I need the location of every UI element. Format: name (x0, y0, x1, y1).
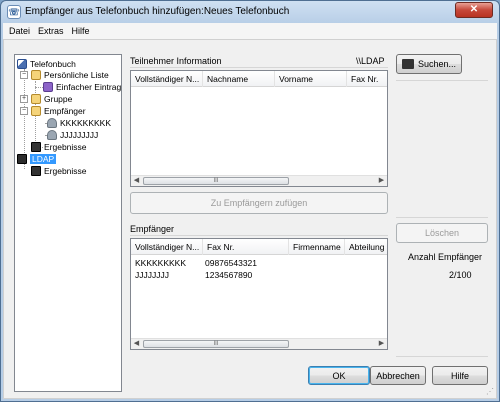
group-icon (31, 94, 41, 104)
entry-folder-icon (43, 82, 53, 92)
tree-item-person[interactable]: KKKKKKKKK (47, 117, 111, 129)
search-button-label: Suchen... (417, 59, 457, 69)
results-icon (31, 166, 41, 176)
recipients-label: Empfänger (130, 224, 175, 234)
tree-item-results[interactable]: Ergebnisse (31, 165, 87, 177)
cancel-button[interactable]: Abbrechen (370, 366, 426, 385)
tree-item-ldap[interactable]: LDAP (17, 153, 57, 165)
tree-item-person[interactable]: JJJJJJJJJ (47, 129, 98, 141)
scroll-left-icon[interactable]: ◀ (131, 176, 142, 186)
participant-list[interactable]: Vollständiger N... Nachname Vorname Fax … (130, 70, 388, 187)
column-fax[interactable]: Fax Nr. (347, 71, 387, 87)
column-full-name[interactable]: Vollständiger N... (131, 71, 203, 87)
ok-button[interactable]: OK (308, 366, 370, 385)
divider (396, 217, 488, 218)
ldap-path-label: \\LDAP (356, 56, 385, 66)
recipient-fax: 1234567890 (205, 270, 253, 280)
recipients-icon (31, 106, 41, 116)
tree-label: Ergebnisse (44, 142, 87, 152)
recipient-fax: 09876543321 (205, 258, 258, 268)
tree-item-recipients[interactable]: Empfänger (31, 105, 86, 117)
phonebook-tree[interactable]: Telefonbuch − Persönliche Liste Einfache… (14, 54, 122, 392)
column-company[interactable]: Firmenname (289, 239, 345, 255)
recipients-list-header: Vollständiger N... Fax Nr. Firmenname Ab… (131, 239, 387, 255)
delete-button[interactable]: Löschen (396, 223, 488, 243)
tree-label: Einfacher Eintrag (56, 82, 122, 92)
table-row[interactable]: KKKKKKKKK 09876543321 (131, 258, 387, 270)
results-icon (31, 142, 41, 152)
recipient-name: KKKKKKKKK (135, 258, 187, 268)
column-fax[interactable]: Fax Nr. (203, 239, 289, 255)
participant-list-header: Vollständiger N... Nachname Vorname Fax … (131, 71, 387, 87)
title-bar: ☏ Empfänger aus Telefonbuch hinzufügen:N… (1, 1, 499, 23)
window-title: Empfänger aus Telefonbuch hinzufügen:Neu… (25, 6, 290, 17)
recipients-list[interactable]: Vollständiger N... Fax Nr. Firmenname Ab… (130, 238, 388, 350)
search-button[interactable]: Suchen... (396, 54, 462, 74)
add-to-recipients-button[interactable]: Zu Empfängern zufügen (130, 192, 388, 214)
resize-grip-icon[interactable]: ⋰ (486, 387, 494, 396)
menu-datei[interactable]: Datei (9, 26, 30, 36)
participant-info-label: Teilnehmer Information (130, 56, 222, 66)
column-full-name[interactable]: Vollständiger N... (131, 239, 203, 255)
person-icon (47, 118, 57, 128)
table-row[interactable]: JJJJJJJJ 1234567890 (131, 270, 387, 282)
scroll-left-icon[interactable]: ◀ (131, 339, 142, 349)
expand-toggle[interactable]: + (20, 95, 28, 103)
phonebook-icon (17, 59, 27, 69)
tree-label: Ergebnisse (44, 166, 87, 176)
menu-bar: Datei Extras Hilfe (3, 23, 497, 39)
ldap-server-icon (17, 154, 27, 164)
recipient-count-label: Anzahl Empfänger (408, 252, 483, 262)
close-button[interactable]: ✕ (455, 2, 493, 18)
collapse-toggle[interactable]: − (20, 107, 28, 115)
scroll-right-icon[interactable]: ▶ (376, 176, 387, 186)
binoculars-icon (401, 59, 414, 69)
column-department[interactable]: Abteilung (345, 239, 387, 255)
scroll-thumb[interactable]: III (143, 340, 289, 348)
phonebook-icon: ☏ (7, 5, 21, 19)
menu-extras[interactable]: Extras (38, 26, 64, 36)
tree-label: Empfänger (44, 106, 86, 116)
tree-label: LDAP (30, 154, 57, 164)
tree-label: Gruppe (44, 94, 73, 104)
tree-label: Telefonbuch (30, 59, 76, 69)
participant-hscrollbar[interactable]: ◀ III ▶ (131, 175, 387, 186)
recipients-hscrollbar[interactable]: ◀ III ▶ (131, 338, 387, 349)
recipient-count-value: 2/100 (449, 270, 472, 280)
divider (396, 80, 488, 81)
column-first-name[interactable]: Vorname (275, 71, 347, 87)
tree-item-simple-entry[interactable]: Einfacher Eintrag (43, 81, 121, 93)
collapse-toggle[interactable]: − (20, 71, 28, 79)
dialog-body: Telefonbuch − Persönliche Liste Einfache… (3, 39, 497, 399)
divider (130, 235, 388, 236)
column-last-name[interactable]: Nachname (203, 71, 275, 87)
tree-label: KKKKKKKKK (60, 118, 112, 128)
divider (396, 356, 488, 357)
tree-label: Persönliche Liste (44, 70, 109, 80)
menu-hilfe[interactable]: Hilfe (72, 26, 90, 36)
help-button[interactable]: Hilfe (432, 366, 488, 385)
tree-label: JJJJJJJJJ (60, 130, 99, 140)
scroll-thumb[interactable]: III (143, 177, 289, 185)
tree-item-group[interactable]: Gruppe (31, 93, 72, 105)
person-icon (47, 130, 57, 140)
recipient-name: JJJJJJJJ (135, 270, 169, 280)
dialog-window: ☏ Empfänger aus Telefonbuch hinzufügen:N… (0, 0, 500, 402)
address-list-icon (31, 70, 41, 80)
tree-item-personal-list[interactable]: Persönliche Liste (31, 69, 109, 81)
scroll-right-icon[interactable]: ▶ (376, 339, 387, 349)
divider (130, 67, 388, 68)
tree-item-results[interactable]: Ergebnisse (31, 141, 87, 153)
